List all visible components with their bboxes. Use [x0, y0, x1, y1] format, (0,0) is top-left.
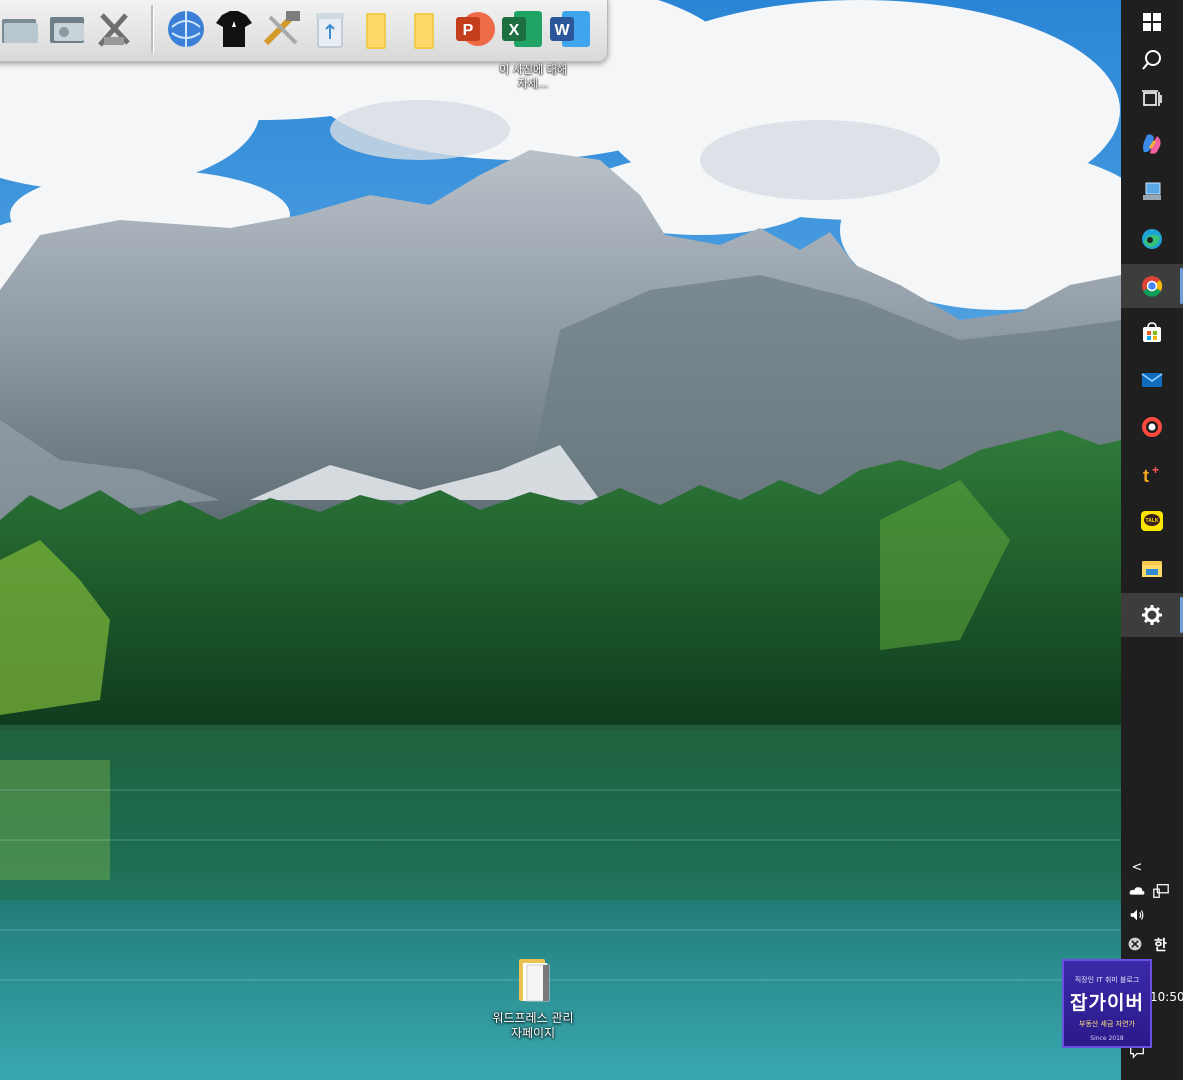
- word-icon[interactable]: W: [547, 5, 593, 53]
- hammer-wrench-app-icon[interactable]: [259, 5, 305, 53]
- wallpaper-info-tooltip[interactable]: 이 사진에 대해 자세...: [498, 63, 568, 91]
- mail-icon[interactable]: [1121, 358, 1183, 402]
- taskbar: t + TALK <: [1121, 0, 1183, 1080]
- show-hidden-icons-button[interactable]: <: [1127, 857, 1147, 877]
- settings-icon[interactable]: [1121, 593, 1183, 637]
- tplus-icon[interactable]: t +: [1121, 452, 1183, 496]
- excel-icon[interactable]: X: [499, 5, 545, 53]
- watermark-tagline: 직장인 IT 취미 블로그: [1074, 976, 1140, 984]
- globe-app-icon[interactable]: [163, 5, 209, 53]
- watermark-subtitle: 부동산 세금 자연가: [1079, 1020, 1135, 1028]
- watermark-logo: 직장인 IT 취미 블로그 잡가이버 부동산 세금 자연가 Since 2018: [1062, 959, 1152, 1048]
- clock[interactable]: 10:50: [1150, 990, 1183, 1004]
- copilot-icon[interactable]: [1121, 122, 1183, 166]
- svg-text:X: X: [509, 22, 520, 39]
- chrome-icon[interactable]: [1121, 264, 1183, 308]
- powerpoint-icon[interactable]: P: [451, 5, 497, 53]
- edge-icon[interactable]: [1121, 217, 1183, 261]
- folder-icon[interactable]: [353, 5, 399, 53]
- volume-icon[interactable]: [1127, 905, 1147, 925]
- dock-separator: [151, 5, 154, 53]
- svg-text:W: W: [554, 22, 570, 39]
- ring-app-icon[interactable]: [1121, 405, 1183, 449]
- kakaotalk-icon[interactable]: TALK: [1121, 499, 1183, 543]
- app-dock: P X W: [0, 0, 608, 62]
- network-icon[interactable]: [1151, 881, 1171, 901]
- computer-icon[interactable]: [1121, 170, 1183, 214]
- tshirt-app-icon[interactable]: [211, 5, 257, 53]
- ime-indicator[interactable]: 한: [1154, 935, 1167, 955]
- store-icon[interactable]: [1121, 311, 1183, 355]
- onedrive-icon[interactable]: [1127, 881, 1147, 901]
- watermark-title: 잡가이버: [1070, 992, 1144, 1014]
- svg-text:t: t: [1143, 466, 1149, 486]
- svg-text:TALK: TALK: [1146, 518, 1159, 524]
- task-view-icon[interactable]: [1121, 77, 1183, 121]
- desktop-shortcut-label: 워드프레스 관리자페이지: [492, 1011, 574, 1040]
- desktop-shortcut-wordpress-admin[interactable]: 워드프레스 관리자페이지: [492, 955, 574, 1041]
- file-explorer-icon[interactable]: [1121, 546, 1183, 590]
- folder-icon[interactable]: [401, 5, 447, 53]
- drive-app-icon[interactable]: [45, 5, 91, 53]
- watermark-since: Since 2018: [1090, 1035, 1124, 1042]
- tools-app-icon[interactable]: [91, 5, 137, 53]
- recycle-bin-icon[interactable]: [307, 5, 353, 53]
- svg-text:P: P: [463, 22, 474, 39]
- folder-app-icon[interactable]: [0, 5, 43, 53]
- search-icon[interactable]: [1121, 38, 1183, 82]
- desktop-wallpaper: [0, 0, 1121, 1080]
- svg-text:+: +: [1152, 463, 1159, 477]
- folder-icon: [519, 959, 550, 1002]
- close-circle-icon[interactable]: [1125, 934, 1145, 954]
